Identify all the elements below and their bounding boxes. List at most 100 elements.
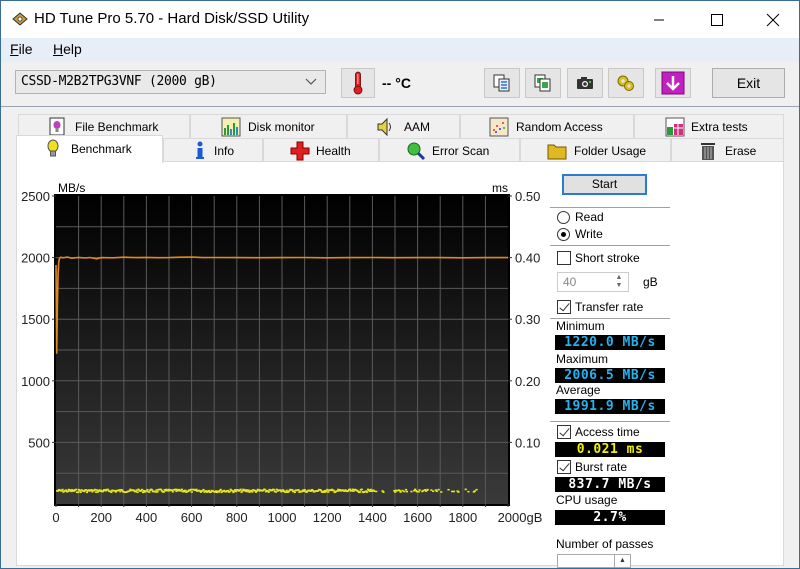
- x-tick-label: 400: [136, 510, 158, 525]
- access-time-point: [297, 489, 300, 491]
- short-stroke-label: Short stroke: [575, 251, 640, 265]
- access-time-point: [291, 488, 294, 491]
- benchmark-chart: 500 1000 1500 2000 2500 0.10 0.20 0.30 0.40 0.50 0…: [21, 181, 542, 525]
- access-time-point: [267, 491, 270, 493]
- access-time-point: [366, 491, 369, 493]
- access-time-point: [440, 491, 443, 493]
- access-time-point: [473, 490, 476, 492]
- y2-tick-label: 0.30: [515, 312, 540, 327]
- read-radio[interactable]: [557, 211, 570, 224]
- x-tick-label: 1000: [268, 510, 297, 525]
- access-time-point: [464, 488, 467, 491]
- access-time-point: [375, 490, 378, 493]
- short-stroke-unit: gB: [643, 275, 658, 289]
- tab-benchmark[interactable]: Benchmark: [16, 135, 163, 163]
- access-time-point: [426, 488, 429, 491]
- access-time-point: [452, 490, 456, 493]
- lightbulb-icon: [47, 139, 59, 157]
- average-readout: 1991.9 MB/s: [555, 399, 665, 414]
- y-tick-label: 2000: [21, 251, 50, 266]
- gears-icon: [617, 75, 634, 91]
- access-time-point: [148, 491, 151, 493]
- short-stroke-size-input[interactable]: 40 ▲ ▼: [557, 272, 629, 292]
- maximize-icon: [711, 13, 723, 26]
- access-time-point: [432, 490, 435, 493]
- y2-tick-label: 0.10: [515, 435, 540, 450]
- access-time-point: [202, 488, 205, 491]
- read-label: Read: [575, 210, 604, 224]
- access-time-checkbox[interactable]: [557, 425, 571, 439]
- access-time-point: [352, 490, 355, 493]
- passes-slider[interactable]: ▲: [557, 554, 631, 568]
- x-tick-label: 1800: [448, 510, 477, 525]
- access-time-point: [437, 488, 440, 491]
- access-time-point: [382, 491, 385, 493]
- access-time-point: [219, 488, 222, 491]
- transfer-rate-checkbox[interactable]: [557, 300, 571, 314]
- download-arrow-icon: [661, 71, 685, 95]
- access-time-point: [190, 491, 193, 493]
- y2-axis-unit: ms: [492, 181, 508, 195]
- divider: [550, 421, 670, 422]
- y-tick-label: 1000: [21, 374, 50, 389]
- close-button[interactable]: [748, 1, 798, 38]
- maximize-button[interactable]: [692, 1, 742, 38]
- access-time-point: [61, 488, 64, 491]
- access-time-point: [74, 488, 78, 491]
- access-time-point: [146, 488, 149, 491]
- access-time-point: [136, 491, 139, 494]
- screenshot-button[interactable]: [567, 68, 603, 98]
- short-stroke-checkbox[interactable]: [557, 251, 571, 265]
- tab-erase[interactable]: Erase: [671, 138, 784, 162]
- access-time-point: [85, 491, 89, 494]
- exit-button[interactable]: Exit: [712, 68, 785, 98]
- x-tick-label: 0: [52, 510, 59, 525]
- access-time-point: [76, 491, 79, 494]
- access-time-point: [417, 490, 420, 493]
- access-time-point: [410, 490, 413, 493]
- write-label: Write: [575, 227, 603, 241]
- minimum-readout: 1220.0 MB/s: [555, 335, 665, 350]
- access-time-point: [121, 489, 124, 491]
- maximum-readout: 2006.5 MB/s: [555, 368, 665, 383]
- access-time-point: [156, 491, 159, 493]
- access-time-point: [327, 491, 330, 493]
- y-tick-label: 500: [28, 435, 50, 450]
- start-button[interactable]: Start: [562, 174, 647, 195]
- x-tick-label: 200: [90, 510, 112, 525]
- y2-tick-label: 0.40: [515, 251, 540, 266]
- access-time-point: [360, 488, 363, 491]
- access-time-point: [418, 489, 421, 491]
- write-radio[interactable]: [557, 228, 570, 241]
- tab-extra-tests[interactable]: Extra tests: [634, 114, 784, 138]
- access-time-point: [303, 488, 306, 491]
- burst-rate-readout: 837.7 MB/s: [555, 477, 665, 492]
- x-tick-label: 800: [226, 510, 248, 525]
- spin-arrows[interactable]: ▲ ▼: [612, 274, 626, 290]
- cpu-usage-label: CPU usage: [556, 493, 618, 507]
- access-time-point: [404, 488, 408, 491]
- access-time-point: [150, 489, 154, 491]
- close-icon: [766, 13, 780, 26]
- burst-rate-checkbox[interactable]: [557, 460, 571, 474]
- passes-up-arrow[interactable]: ▲: [614, 555, 630, 567]
- options-button[interactable]: [608, 68, 644, 98]
- access-time-point: [272, 488, 276, 491]
- access-time-point: [358, 491, 362, 493]
- access-time-point: [234, 490, 238, 493]
- maximum-label: Maximum: [556, 352, 609, 366]
- x-tick-label: 1200: [313, 510, 342, 525]
- access-time-point: [435, 490, 438, 493]
- passes-label: Number of passes: [556, 537, 654, 551]
- y-axis-unit: MB/s: [58, 181, 85, 195]
- y2-tick-label: 0.20: [515, 374, 540, 389]
- save-button[interactable]: [655, 68, 691, 98]
- trash-icon: [701, 143, 715, 160]
- minimize-button[interactable]: [634, 1, 684, 38]
- access-time-point: [403, 490, 406, 493]
- access-time-point: [251, 491, 254, 493]
- x-tick-label: 1600: [403, 510, 432, 525]
- transfer-rate-label: Transfer rate: [575, 300, 644, 314]
- app-window: HD Tune Pro 5.70 - Hard Disk/SSD Utility…: [0, 0, 800, 569]
- access-time-point: [467, 490, 470, 493]
